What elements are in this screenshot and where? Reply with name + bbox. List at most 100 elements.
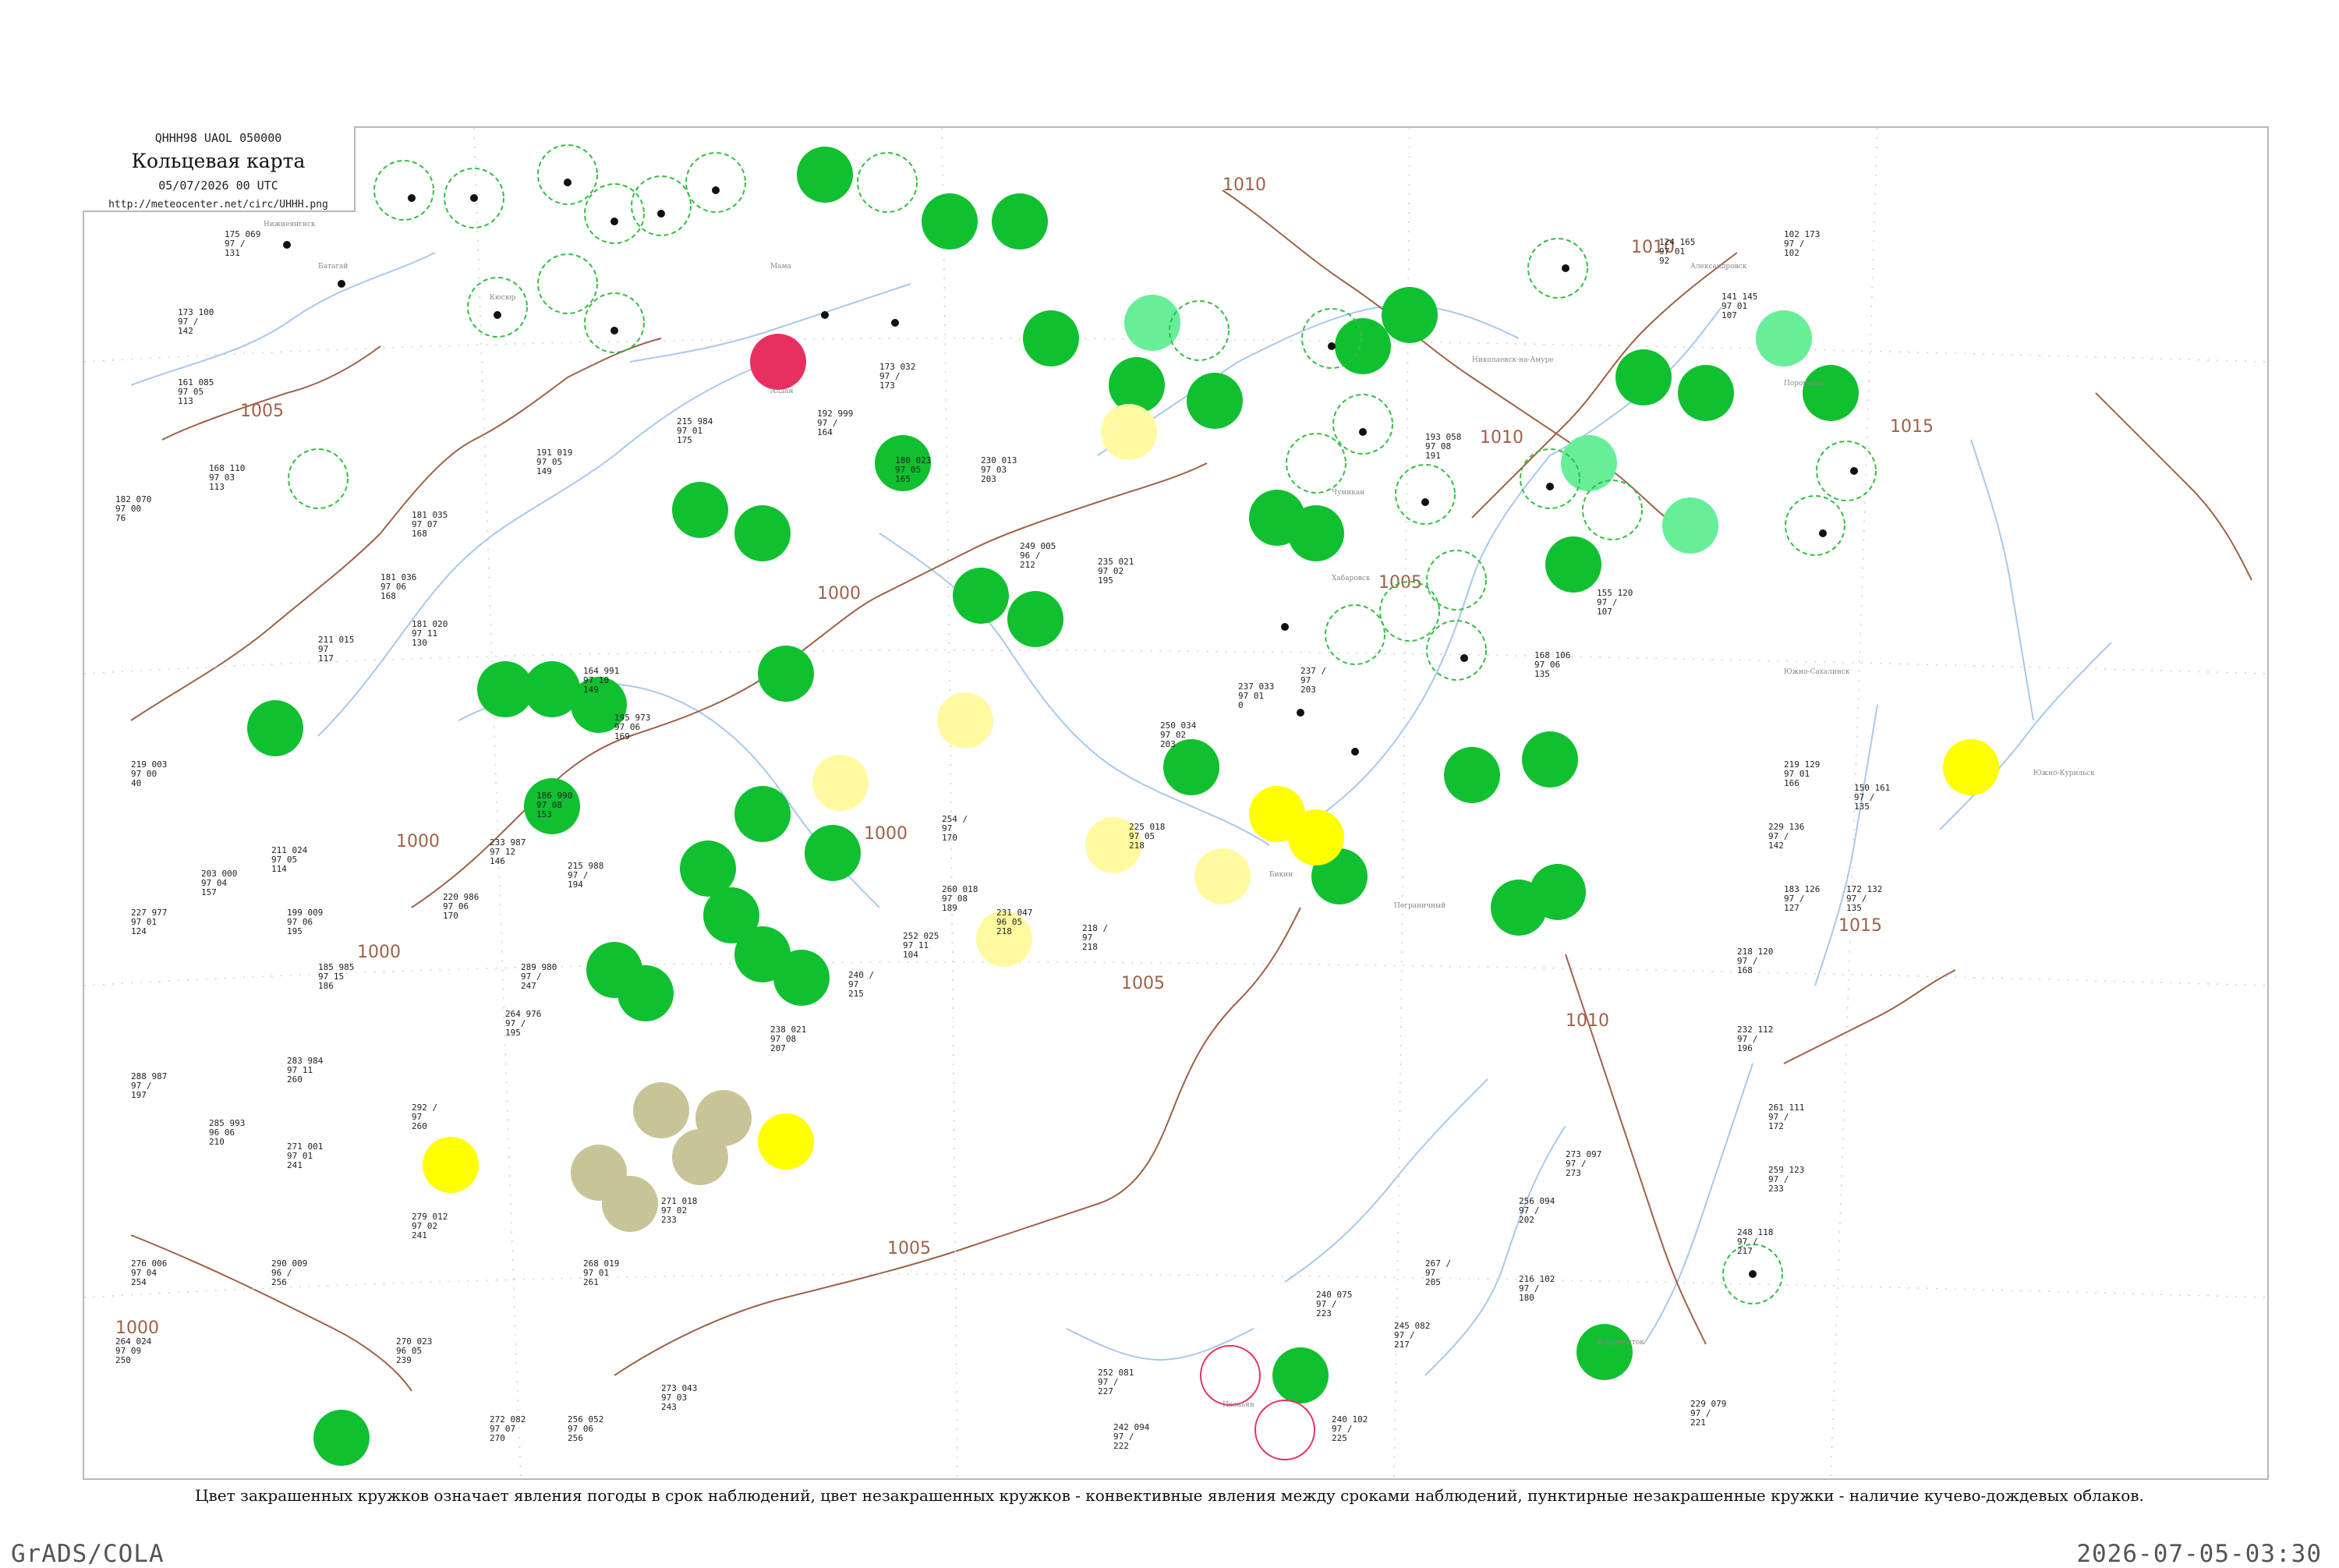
station-rain: [773, 950, 830, 1006]
station-rain: [797, 147, 853, 203]
station-thunder: [750, 334, 806, 390]
station-rain: [1615, 349, 1672, 405]
svg-text:202: 202: [1519, 1215, 1534, 1225]
station-light-haze: [937, 692, 993, 749]
svg-text:107: 107: [1722, 310, 1737, 320]
svg-text:102: 102: [1784, 248, 1799, 258]
station-rain: [247, 700, 303, 756]
station-rain: [1109, 357, 1165, 413]
station-haze: [1288, 809, 1344, 865]
svg-text:180: 180: [1519, 1293, 1534, 1303]
svg-text:135: 135: [1534, 669, 1550, 679]
svg-text:227: 227: [1098, 1386, 1113, 1396]
svg-text:92: 92: [1659, 256, 1669, 266]
svg-text:270: 270: [490, 1433, 505, 1443]
legend-note: Цвет закрашенных кружков означает явлени…: [195, 1486, 2144, 1505]
svg-text:261: 261: [583, 1277, 599, 1287]
svg-text:104: 104: [903, 950, 918, 960]
isobar-label-1005-c: 1005: [1121, 974, 1165, 993]
isobar-1015-east: [2095, 392, 2252, 581]
svg-text:172: 172: [1768, 1121, 1784, 1131]
svg-text:191: 191: [1425, 451, 1441, 461]
svg-text:Александровск: Александровск: [1690, 263, 1747, 271]
svg-text:Поронайск: Поронайск: [1784, 380, 1825, 388]
svg-text:40: 40: [131, 778, 141, 788]
isobar-label-1010-a: 1010: [1223, 175, 1266, 195]
svg-text:196: 196: [1737, 1043, 1753, 1053]
station-dust: [602, 1176, 658, 1232]
isobar-label-1000-c: 1000: [357, 943, 401, 962]
svg-text:168: 168: [1737, 965, 1753, 975]
svg-text:127: 127: [1784, 903, 1799, 913]
map-header: QHHH98 UAOL 050000 Кольцевая карта 05/07…: [83, 126, 356, 212]
station-rain: [1288, 505, 1344, 561]
svg-text:195: 195: [1098, 575, 1113, 586]
svg-text:164: 164: [817, 427, 833, 437]
svg-text:166: 166: [1784, 778, 1799, 788]
svg-text:256: 256: [568, 1433, 583, 1443]
svg-text:113: 113: [178, 396, 193, 406]
isobar-labels: 1000 1000 1000 1000 1000 1005 1005 1005 …: [115, 175, 1934, 1338]
svg-text:175: 175: [677, 435, 692, 445]
svg-text:218: 218: [1082, 942, 1098, 952]
svg-text:Нижнеянгиск: Нижнеянгиск: [264, 221, 316, 228]
svg-text:168: 168: [412, 529, 427, 539]
isobar-label-1005-a: 1005: [240, 402, 284, 421]
station-rain: [1678, 365, 1734, 421]
svg-text:203: 203: [1160, 739, 1176, 749]
header-code: QHHH98 UAOL 050000: [154, 131, 282, 145]
station-rain: [922, 193, 978, 250]
svg-text:222: 222: [1113, 1441, 1129, 1451]
svg-text:186: 186: [318, 981, 334, 991]
svg-text:195: 195: [287, 926, 303, 936]
station-rain: [953, 568, 1009, 624]
svg-text:170: 170: [942, 833, 957, 843]
svg-text:239: 239: [396, 1355, 412, 1365]
svg-text:195: 195: [505, 1028, 521, 1038]
svg-text:223: 223: [1316, 1308, 1332, 1318]
isobar-label-1015-a: 1015: [1890, 417, 1934, 437]
svg-text:256: 256: [271, 1277, 287, 1287]
svg-text:165: 165: [895, 474, 911, 484]
isobar-label-1000-e: 1000: [115, 1318, 159, 1338]
svg-text:170: 170: [443, 911, 458, 921]
svg-text:Кюсюр: Кюсюр: [490, 294, 516, 302]
svg-text:Южно-Сахалинск: Южно-Сахалинск: [1784, 668, 1850, 676]
map-url: http://meteocenter.net/circ/UHHH.png: [108, 199, 328, 211]
svg-text:233: 233: [1768, 1184, 1784, 1194]
footer-credit: GrADS/COLA: [11, 1540, 165, 1568]
svg-text:113: 113: [209, 482, 225, 492]
svg-text:Бикин: Бикин: [1269, 871, 1293, 879]
svg-text:Батагай: Батагай: [318, 263, 348, 271]
svg-text:157: 157: [201, 887, 217, 897]
station-light-haze: [1194, 848, 1251, 904]
svg-text:221: 221: [1690, 1418, 1706, 1428]
station-rain: [313, 1410, 370, 1466]
svg-text:218: 218: [1129, 841, 1145, 851]
svg-text:Владивосток: Владивосток: [1597, 1339, 1644, 1347]
svg-text:218: 218: [996, 926, 1012, 936]
station-rain: [672, 482, 728, 538]
svg-text:149: 149: [583, 685, 599, 695]
svg-text:203: 203: [981, 474, 996, 484]
station-rain: [734, 786, 791, 842]
svg-text:Пограничный: Пограничный: [1394, 902, 1446, 910]
svg-text:203: 203: [1300, 685, 1316, 695]
station-rain: [1803, 365, 1859, 421]
svg-text:260: 260: [287, 1074, 303, 1085]
station-plots: 173 10097 ∕142 161 08597 05113 182 07097…: [115, 229, 1890, 1451]
station-rain: [1444, 747, 1500, 803]
station-rain: [1382, 287, 1438, 343]
svg-text:153: 153: [536, 809, 552, 819]
svg-text:135: 135: [1854, 802, 1870, 812]
svg-text:Мама: Мама: [770, 263, 792, 271]
svg-text:197: 197: [131, 1090, 147, 1100]
svg-text:131: 131: [225, 248, 240, 258]
svg-text:124: 124: [131, 926, 147, 936]
svg-text:207: 207: [770, 1043, 786, 1053]
station-rain: [1187, 373, 1243, 429]
station-rain: [1272, 1347, 1329, 1403]
station-rain: [805, 825, 861, 881]
svg-text:107: 107: [1597, 607, 1612, 617]
map-title: Кольцевая карта: [131, 150, 306, 172]
